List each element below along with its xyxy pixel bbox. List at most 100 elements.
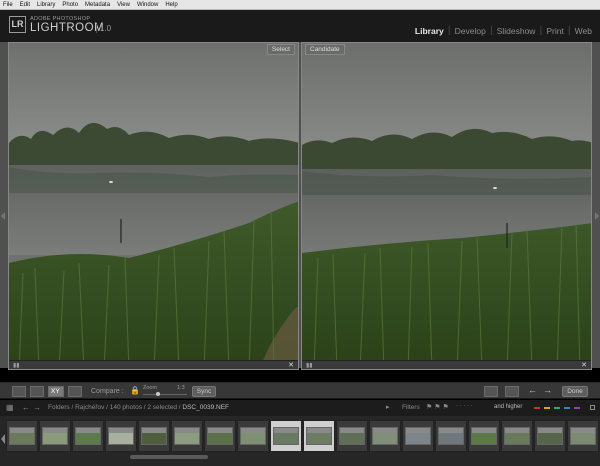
filmstrip-left-arrow-icon[interactable] bbox=[1, 434, 5, 444]
previous-arrow-icon[interactable]: ← bbox=[528, 385, 537, 395]
filmstrip-thumbnail[interactable] bbox=[303, 420, 335, 452]
source-breadcrumb[interactable]: Folders / Rajchéřov / 140 photos / 2 sel… bbox=[48, 404, 229, 411]
thumbnail-image bbox=[75, 427, 101, 445]
module-library[interactable]: Library bbox=[415, 26, 444, 36]
color-label-flag[interactable] bbox=[534, 407, 540, 409]
filmstrip bbox=[0, 416, 600, 466]
right-panel-toggle-icon[interactable] bbox=[595, 212, 599, 220]
filmstrip-thumbnail[interactable] bbox=[435, 420, 467, 452]
close-select-icon[interactable]: ✕ bbox=[288, 361, 294, 369]
close-candidate-icon[interactable]: ✕ bbox=[581, 361, 587, 369]
compare-toolbar: XY Compare : 🔒 Zoom 1:3 Sync ← → Done bbox=[0, 382, 600, 399]
color-label-flag[interactable] bbox=[544, 407, 550, 409]
filmstrip-thumbnail[interactable] bbox=[567, 420, 599, 452]
loupe-view-icon[interactable] bbox=[30, 386, 44, 397]
filmstrip-thumbnail[interactable] bbox=[39, 420, 71, 452]
filmstrip-thumbnail[interactable] bbox=[336, 420, 368, 452]
lock-pin-icon[interactable]: ▮▮ bbox=[13, 362, 20, 369]
back-arrow-icon[interactable]: ← bbox=[22, 403, 30, 412]
filmstrip-thumbnail[interactable] bbox=[204, 420, 236, 452]
flag-filter-icon[interactable]: ⚑ ⚑ ⚑ bbox=[426, 403, 449, 411]
module-slideshow[interactable]: Slideshow bbox=[497, 26, 536, 36]
module-web[interactable]: Web bbox=[575, 26, 592, 36]
left-panel-toggle-icon[interactable] bbox=[1, 212, 5, 220]
candidate-label: Candidate bbox=[305, 44, 345, 55]
lr-logo-icon: LR bbox=[9, 16, 26, 33]
module-print[interactable]: Print bbox=[546, 26, 563, 36]
color-label-flag[interactable] bbox=[554, 407, 560, 409]
filmstrip-thumbnail[interactable] bbox=[369, 420, 401, 452]
folder-path: Folders / Rajchéřov / 140 photos / 2 sel… bbox=[48, 404, 183, 411]
filmstrip-thumbnail[interactable] bbox=[72, 420, 104, 452]
filmstrip-thumbnail[interactable] bbox=[270, 420, 302, 452]
filmstrip-thumbnail[interactable] bbox=[138, 420, 170, 452]
swap-icon[interactable] bbox=[484, 386, 498, 397]
menu-metadata[interactable]: Metadata bbox=[85, 0, 110, 10]
select-photo-footer: ▮▮ ✕ bbox=[9, 360, 298, 369]
thumbnail-image bbox=[405, 427, 431, 445]
module-separator: | bbox=[447, 26, 451, 36]
lake-photo-select-image bbox=[9, 43, 298, 369]
rating-filter-dropdown[interactable]: and higher bbox=[494, 404, 522, 410]
thumbnail-image bbox=[438, 427, 464, 445]
make-select-icon[interactable] bbox=[505, 386, 519, 397]
lock-icon[interactable]: 🔒 bbox=[130, 386, 140, 395]
menu-window[interactable]: Window bbox=[137, 0, 158, 10]
brand-name: LIGHTROOM bbox=[30, 22, 105, 34]
thumbnail-image bbox=[339, 427, 365, 445]
filmstrip-thumbnail[interactable] bbox=[105, 420, 137, 452]
filmstrip-thumbnail[interactable] bbox=[501, 420, 533, 452]
second-window-icon[interactable]: ▦ bbox=[6, 403, 14, 412]
candidate-photo-footer: ▮▮ ✕ bbox=[302, 360, 591, 369]
filmstrip-header: ▦ ← → Folders / Rajchéřov / 140 photos /… bbox=[0, 400, 600, 416]
compare-view-label: XY bbox=[51, 388, 60, 395]
thumbnail-image bbox=[570, 427, 596, 445]
zoom-slider[interactable] bbox=[143, 394, 187, 395]
menu-view[interactable]: View bbox=[117, 0, 130, 10]
survey-view-icon[interactable] bbox=[68, 386, 82, 397]
app-header: LR ADOBE PHOTOSHOP LIGHTROOM 1.0 Library… bbox=[0, 10, 600, 42]
filmstrip-thumbnail[interactable] bbox=[534, 420, 566, 452]
thumbnail-image bbox=[9, 427, 35, 445]
filmstrip-scrollbar[interactable] bbox=[130, 455, 208, 459]
select-label: Select bbox=[266, 44, 295, 55]
filmstrip-thumbnail[interactable] bbox=[468, 420, 500, 452]
module-separator: | bbox=[489, 26, 493, 36]
menu-help[interactable]: Help bbox=[165, 0, 177, 10]
module-separator: | bbox=[539, 26, 543, 36]
compare-view-button[interactable]: XY bbox=[48, 386, 64, 397]
forward-arrow-icon[interactable]: → bbox=[33, 403, 41, 412]
menu-file[interactable]: File bbox=[3, 0, 13, 10]
filmstrip-thumbnail[interactable] bbox=[6, 420, 38, 452]
color-label-flag[interactable] bbox=[564, 407, 570, 409]
menu-library[interactable]: Library bbox=[37, 0, 55, 10]
thumbnail-image bbox=[306, 427, 332, 445]
color-label-flag[interactable] bbox=[574, 407, 580, 409]
thumbnail-image bbox=[42, 427, 68, 445]
thumbnail-image bbox=[108, 427, 134, 445]
thumbnail-image bbox=[141, 427, 167, 445]
filmstrip-thumbnail[interactable] bbox=[171, 420, 203, 452]
lake-photo-candidate-image bbox=[302, 43, 591, 369]
filter-arrow-icon[interactable]: ▸ bbox=[386, 403, 390, 411]
candidate-photo[interactable]: Candidate ▮▮ ✕ bbox=[301, 42, 592, 370]
filmstrip-thumbnail[interactable] bbox=[402, 420, 434, 452]
done-button[interactable]: Done bbox=[562, 386, 588, 397]
next-arrow-icon[interactable]: → bbox=[543, 385, 552, 395]
menu-photo[interactable]: Photo bbox=[62, 0, 78, 10]
star-filter-icon[interactable]: · · · · · bbox=[456, 403, 473, 409]
module-develop[interactable]: Develop bbox=[455, 26, 486, 36]
menu-edit[interactable]: Edit bbox=[20, 0, 30, 10]
filter-toggle-icon[interactable] bbox=[590, 405, 595, 410]
module-separator: | bbox=[567, 26, 571, 36]
filmstrip-thumbnail[interactable] bbox=[237, 420, 269, 452]
current-filename: DSC_0039.NEF bbox=[182, 404, 230, 411]
grid-view-icon[interactable] bbox=[12, 386, 26, 397]
thumbnail-image bbox=[207, 427, 233, 445]
select-photo[interactable]: Select ▮▮ ✕ bbox=[8, 42, 299, 370]
thumbnail-image bbox=[372, 427, 398, 445]
thumbnail-image bbox=[240, 427, 266, 445]
swap-pin-icon[interactable]: ▮▮ bbox=[306, 362, 313, 369]
zoom-slider-thumb[interactable] bbox=[156, 392, 160, 396]
sync-button[interactable]: Sync bbox=[192, 386, 216, 397]
